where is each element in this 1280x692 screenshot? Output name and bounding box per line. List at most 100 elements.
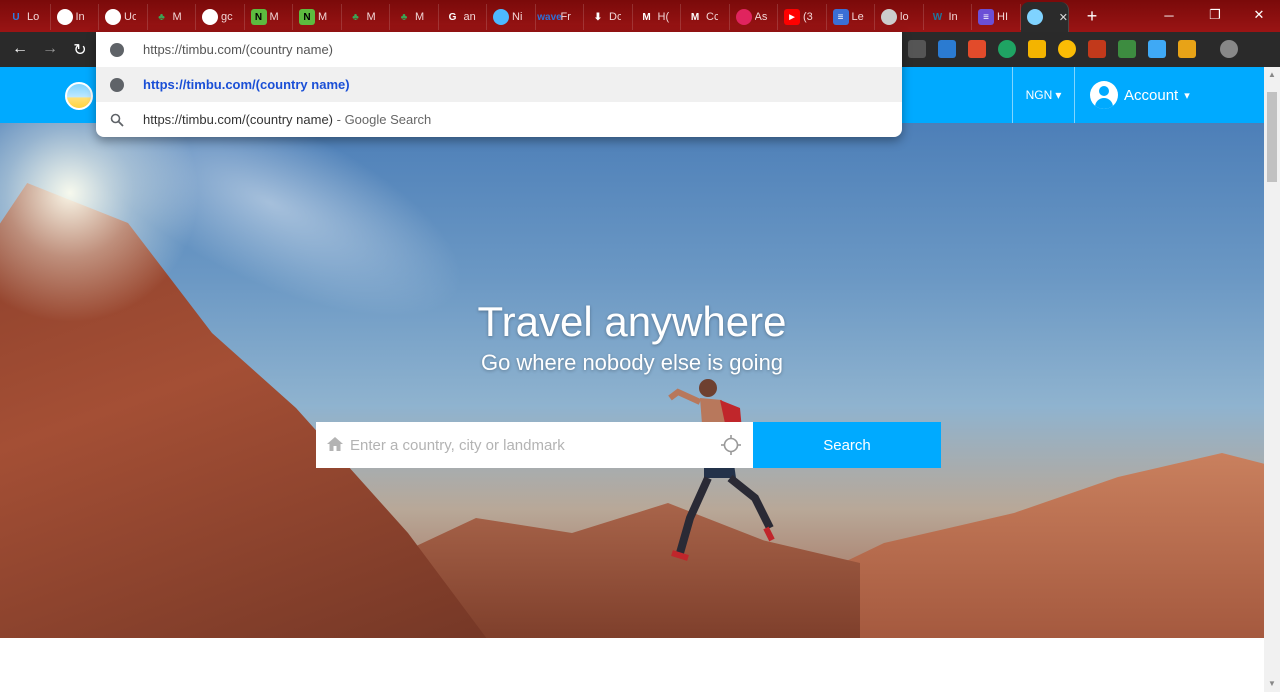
- chevron-down-icon: ▾: [1184, 89, 1190, 102]
- tab-title: M: [172, 11, 182, 23]
- tab-title: Dc: [609, 11, 621, 23]
- browser-tab[interactable]: ≡ Le: [827, 4, 875, 30]
- tab-title: As: [754, 11, 767, 23]
- U-icon: U: [12, 11, 20, 23]
- extension-icon[interactable]: [1118, 40, 1136, 58]
- browser-tab[interactable]: lo: [875, 4, 924, 30]
- browser-tab[interactable]: ✕: [1020, 2, 1069, 32]
- tab-title: M: [269, 11, 279, 23]
- extension-icon[interactable]: [908, 40, 926, 58]
- download-icon: ⬇: [593, 11, 603, 23]
- play-icon: ▶: [784, 9, 800, 25]
- browser-tab[interactable]: M H(: [633, 4, 681, 30]
- grammarly-icon[interactable]: [998, 40, 1016, 58]
- reload-button[interactable]: ↻: [70, 40, 90, 60]
- address-bar[interactable]: https://timbu.com/(country name): [96, 32, 902, 67]
- scrollbar-thumb[interactable]: [1267, 92, 1277, 182]
- doc-icon: ≡: [832, 9, 849, 25]
- circle-icon: [735, 9, 752, 25]
- globe-icon: [110, 77, 124, 92]
- tab-title: gc: [221, 11, 233, 23]
- browser-tab[interactable]: Ni: [487, 4, 536, 30]
- tab-title: an: [463, 11, 476, 23]
- currency-selector[interactable]: NGN ▾: [1012, 67, 1075, 123]
- back-button[interactable]: ←: [10, 40, 30, 58]
- suggestion-text: https://timbu.com/(country name): [143, 112, 334, 127]
- tab-title: HI: [997, 11, 1008, 23]
- browser-tab[interactable]: ♣ M: [148, 4, 196, 30]
- home-icon: [327, 437, 343, 451]
- restore-button[interactable]: ❐: [1192, 0, 1238, 30]
- browser-tab[interactable]: ♣ M: [342, 4, 390, 30]
- address-bar-text[interactable]: https://timbu.com/(country name): [143, 42, 333, 57]
- browser-tab[interactable]: Uc: [99, 4, 148, 30]
- browser-tab[interactable]: M Cc: [681, 4, 730, 30]
- browser-tab[interactable]: ⬇ Dc: [584, 4, 633, 30]
- close-tab-icon[interactable]: ✕: [1059, 11, 1068, 24]
- browser-tab[interactable]: U Lo: [2, 4, 51, 30]
- close-window-button[interactable]: ✕: [1236, 0, 1280, 30]
- browser-tab[interactable]: Gan: [439, 4, 487, 30]
- search-box: [316, 422, 753, 468]
- tab-title: Le: [851, 11, 864, 23]
- list-icon: ≡: [978, 9, 994, 25]
- browser-tab[interactable]: As: [730, 4, 778, 30]
- extension-icon[interactable]: [1088, 40, 1106, 58]
- locate-icon[interactable]: [721, 435, 741, 455]
- forward-button[interactable]: →: [40, 40, 60, 58]
- tab-title: Uc: [124, 11, 136, 23]
- tab-title: M: [318, 11, 328, 23]
- globe-icon: [56, 9, 73, 25]
- tab-title: H(: [657, 11, 670, 23]
- browser-tab[interactable]: wave Fr: [536, 4, 584, 30]
- browser-tab[interactable]: gc: [196, 4, 245, 30]
- globe-icon: [110, 42, 124, 57]
- extension-icon[interactable]: [968, 40, 986, 58]
- user-icon: [1090, 81, 1118, 109]
- M-icon: M: [690, 11, 700, 23]
- site-logo[interactable]: [65, 82, 93, 110]
- browser-tab[interactable]: ≡ HI: [972, 4, 1021, 30]
- globe-icon: [881, 9, 897, 25]
- hero-runner-figure: [668, 379, 775, 561]
- scroll-up-arrow[interactable]: ▲: [1264, 67, 1280, 83]
- google-drive-icon[interactable]: [1028, 40, 1046, 58]
- browser-tab[interactable]: NM: [293, 4, 342, 30]
- browser-tab[interactable]: In: [51, 4, 99, 30]
- extension-icon[interactable]: [938, 40, 956, 58]
- minimize-button[interactable]: ─: [1146, 0, 1192, 30]
- tab-title: In: [948, 11, 958, 23]
- suggestion-suffix: - Google Search: [333, 112, 432, 127]
- timbu-icon: [1026, 9, 1043, 25]
- browser-tab[interactable]: W In: [924, 4, 972, 30]
- omnibox-suggestion[interactable]: https://timbu.com/(country name): [96, 67, 902, 102]
- profile-avatar[interactable]: [1220, 40, 1238, 58]
- new-tab-button[interactable]: +: [1082, 6, 1102, 27]
- browser-tab-strip: ULoInUc♣MgcNMNM♣M♣MGanNiwaveFr⬇DcMH(MCcA…: [0, 0, 1280, 32]
- search-button[interactable]: Search: [753, 422, 941, 468]
- destination-search-input[interactable]: [350, 422, 710, 468]
- tab-title: Lo: [27, 11, 39, 23]
- currency-label: NGN: [1025, 88, 1053, 102]
- account-label: Account: [1124, 86, 1179, 104]
- tab-title: M: [366, 11, 376, 23]
- account-menu[interactable]: Account ▾: [1090, 67, 1190, 123]
- leaf-icon: ♣: [158, 11, 165, 23]
- search-icon: [110, 113, 124, 127]
- scroll-down-arrow[interactable]: ▼: [1264, 676, 1280, 692]
- leaf-icon: ♣: [400, 11, 408, 23]
- browser-tab[interactable]: ▶ (3: [778, 4, 827, 30]
- tab-title: Fr: [560, 11, 571, 23]
- extension-icon[interactable]: [1148, 40, 1166, 58]
- browser-tab[interactable]: NM: [245, 4, 293, 30]
- extension-icon[interactable]: [1178, 40, 1196, 58]
- omnibox-dropdown: https://timbu.com/(country name) https:/…: [96, 32, 902, 137]
- extension-icon[interactable]: [1058, 40, 1076, 58]
- N-icon: N: [299, 9, 315, 25]
- M-icon: M: [642, 11, 651, 23]
- tab-title: M: [415, 11, 425, 23]
- G-icon: G: [448, 11, 457, 23]
- browser-tab[interactable]: ♣ M: [390, 4, 439, 30]
- omnibox-suggestion[interactable]: https://timbu.com/(country name) - Googl…: [96, 102, 902, 137]
- hero-banner: [0, 123, 1264, 638]
